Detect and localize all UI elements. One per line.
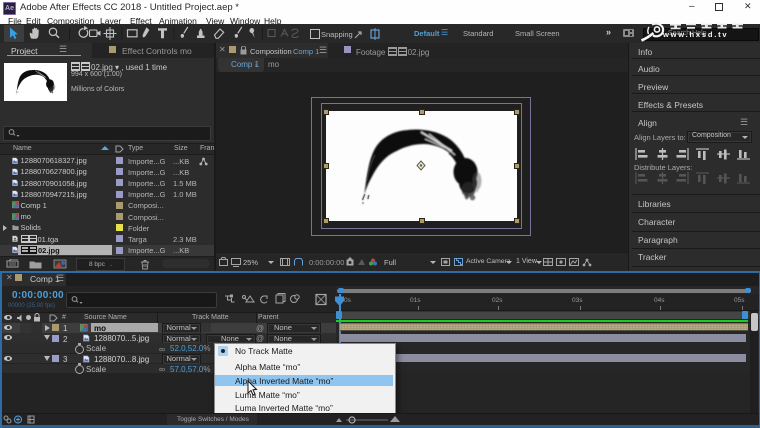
svg-text:www.hxsd.tv: www.hxsd.tv bbox=[662, 30, 728, 39]
